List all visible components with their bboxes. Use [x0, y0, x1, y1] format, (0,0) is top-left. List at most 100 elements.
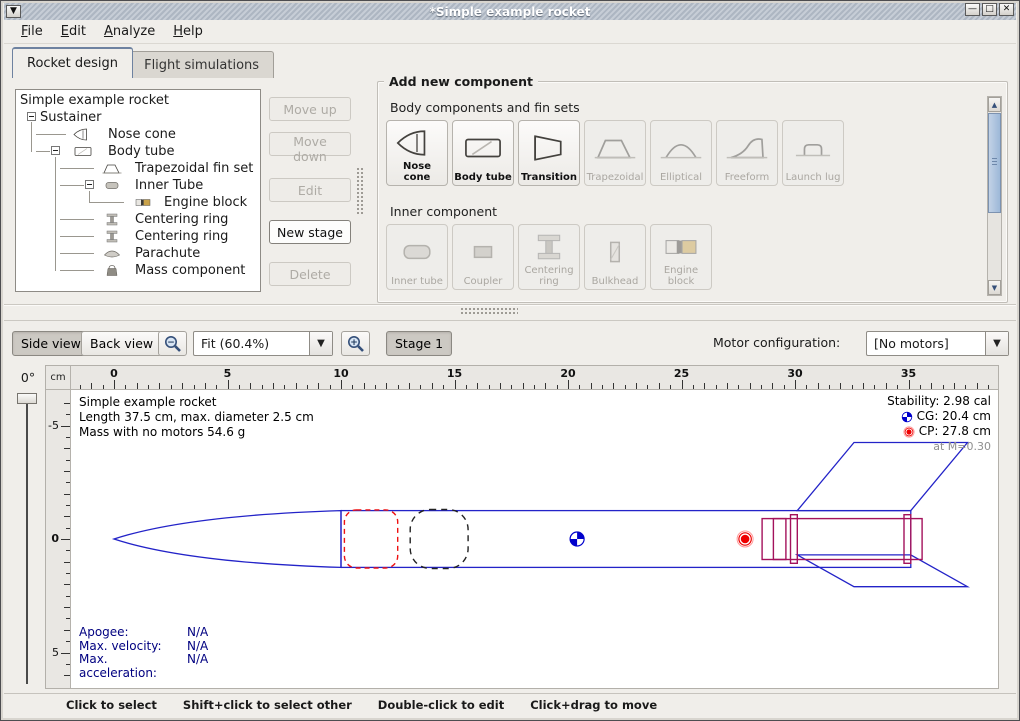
parachute-icon — [95, 246, 129, 261]
side-view-button[interactable]: Side view — [12, 331, 90, 356]
edit-button[interactable]: Edit — [269, 178, 351, 202]
ruler-tick — [977, 383, 978, 389]
ruler-tick — [477, 383, 478, 389]
flight-stat-label: Max. velocity: — [79, 640, 187, 654]
cp-marker[interactable] — [737, 531, 753, 547]
add-transition-button[interactable]: Transition — [518, 120, 580, 186]
delete-button[interactable]: Delete — [269, 262, 351, 286]
stage-1-toggle[interactable]: Stage 1 — [386, 331, 452, 356]
rotation-slider-handle[interactable] — [17, 393, 37, 404]
add-bulkhead-button[interactable]: Bulkhead — [584, 224, 646, 290]
add-centering-ring-button[interactable]: Centering ring — [518, 224, 580, 290]
tree-connector — [60, 219, 94, 220]
tree-item-simple-example-rocket[interactable]: Simple example rocket — [20, 92, 169, 108]
nose-cone-outline[interactable] — [114, 511, 341, 568]
tree-item-mass-component[interactable]: Mass component — [135, 262, 245, 278]
close-button[interactable]: ✕ — [999, 3, 1014, 16]
scrollbar-thumb[interactable] — [988, 113, 1001, 213]
move-down-button[interactable]: Move down — [269, 132, 351, 156]
component-scrollbar[interactable]: ▲ ▼ — [987, 96, 1002, 296]
fin-trapezoid-icon — [593, 123, 637, 173]
vertical-splitter[interactable] — [356, 167, 364, 215]
ruler-tick — [625, 385, 626, 389]
cg-marker[interactable] — [570, 532, 584, 546]
tree-item-engine-block[interactable]: Engine block — [164, 194, 247, 210]
centering-ring-1[interactable] — [791, 515, 798, 564]
ruler-tick — [64, 516, 70, 517]
menu-edit[interactable]: Edit — [52, 22, 95, 41]
flight-stat-row: Max. velocity:N/A — [79, 640, 208, 654]
tree-expander-minus[interactable] — [51, 146, 60, 155]
add-freeform-button[interactable]: Freeform — [716, 120, 778, 186]
add-inner-tube-button[interactable]: Inner tube — [386, 224, 448, 290]
tree-item-nose-cone[interactable]: Nose cone — [108, 126, 176, 142]
add-elliptical-button[interactable]: Elliptical — [650, 120, 712, 186]
tree-connector — [31, 122, 32, 152]
tree-item-inner-tube[interactable]: Inner Tube — [135, 177, 203, 193]
zoom-in-button[interactable]: + — [341, 331, 370, 356]
rocket-summary-line: Mass with no motors 54.6 g — [79, 425, 314, 440]
ruler-tick — [613, 383, 614, 389]
add-nose-cone-button[interactable]: Nose cone — [386, 120, 448, 186]
tree-expander-minus[interactable] — [27, 112, 36, 121]
ruler-tick — [455, 380, 456, 389]
centering-ring-icon — [527, 227, 571, 266]
ruler-tick — [137, 383, 138, 389]
centering-ring-2[interactable] — [904, 515, 911, 564]
back-view-button[interactable]: Back view — [81, 331, 162, 356]
add-launch-lug-button[interactable]: Launch lug — [782, 120, 844, 186]
zoom-level-select[interactable]: Fit (60.4%) ▼ — [193, 331, 333, 356]
add-body-tube-button[interactable]: Body tube — [452, 120, 514, 186]
scroll-up-button[interactable]: ▲ — [988, 97, 1001, 112]
inner-tube-icon — [95, 178, 129, 193]
maximize-button[interactable]: □ — [982, 3, 997, 16]
tree-expander-minus[interactable] — [85, 180, 94, 189]
horizontal-splitter[interactable] — [460, 307, 518, 316]
ruler-tick — [66, 596, 70, 597]
component-button-label: Bulkhead — [592, 277, 639, 288]
tree-item-trapezoidal-fin-set[interactable]: Trapezoidal fin set — [135, 160, 253, 176]
application-window: ▼ *Simple example rocket — □ ✕ FileEditA… — [0, 0, 1020, 721]
new-stage-button[interactable]: New stage — [269, 220, 351, 244]
tree-connector — [36, 151, 50, 152]
add-trapezoidal-button[interactable]: Trapezoidal — [584, 120, 646, 186]
tree-item-centering-ring[interactable]: Centering ring — [135, 211, 228, 227]
rotation-slider-track[interactable] — [26, 396, 28, 684]
engine-block-outline[interactable] — [773, 519, 786, 560]
tree-item-centering-ring[interactable]: Centering ring — [135, 228, 228, 244]
ruler-tick — [602, 385, 603, 389]
coupler-icon — [461, 227, 505, 277]
move-up-button[interactable]: Move up — [269, 97, 351, 121]
fin-freeform-icon — [725, 123, 769, 173]
tab-rocket-design[interactable]: Rocket design — [12, 47, 133, 78]
menu-help[interactable]: Help — [164, 22, 212, 41]
ruler-tick — [216, 385, 217, 389]
ruler-tick — [489, 385, 490, 389]
tree-item-sustainer[interactable]: Sustainer — [40, 109, 102, 125]
tree-item-parachute[interactable]: Parachute — [135, 245, 200, 261]
zoom-out-button[interactable]: − — [158, 331, 187, 356]
minimize-button[interactable]: — — [965, 3, 980, 16]
tree-connector — [60, 168, 94, 169]
rotation-angle-label: 0° — [13, 370, 43, 385]
ruler-tick — [66, 460, 70, 461]
fin-trapezoid-icon — [95, 161, 129, 176]
menu-analyze[interactable]: Analyze — [95, 22, 164, 41]
ruler-tick — [171, 385, 172, 389]
mass-component-outline[interactable] — [410, 510, 468, 569]
add-engine-block-button[interactable]: Engine block — [650, 224, 712, 290]
menu-file[interactable]: File — [12, 22, 52, 41]
tree-item-body-tube[interactable]: Body tube — [108, 143, 175, 159]
ruler-tick — [228, 380, 229, 389]
motor-configuration-select[interactable]: [No motors] ▼ — [866, 331, 1009, 356]
scroll-down-button[interactable]: ▼ — [988, 280, 1001, 295]
tab-flight-simulations[interactable]: Flight simulations — [129, 51, 274, 78]
component-tree[interactable]: Simple example rocketSustainer Nose coneB… — [15, 89, 261, 292]
rocket-canvas[interactable]: Simple example rocketLength 37.5 cm, max… — [71, 390, 998, 688]
svg-text:−: − — [167, 338, 175, 348]
add-coupler-button[interactable]: Coupler — [452, 224, 514, 290]
parachute-outline[interactable] — [344, 510, 397, 568]
ruler-tick — [579, 385, 580, 389]
titlebar[interactable]: ▼ *Simple example rocket — □ ✕ — [4, 3, 1016, 20]
flight-stat-label: Apogee: — [79, 626, 187, 640]
